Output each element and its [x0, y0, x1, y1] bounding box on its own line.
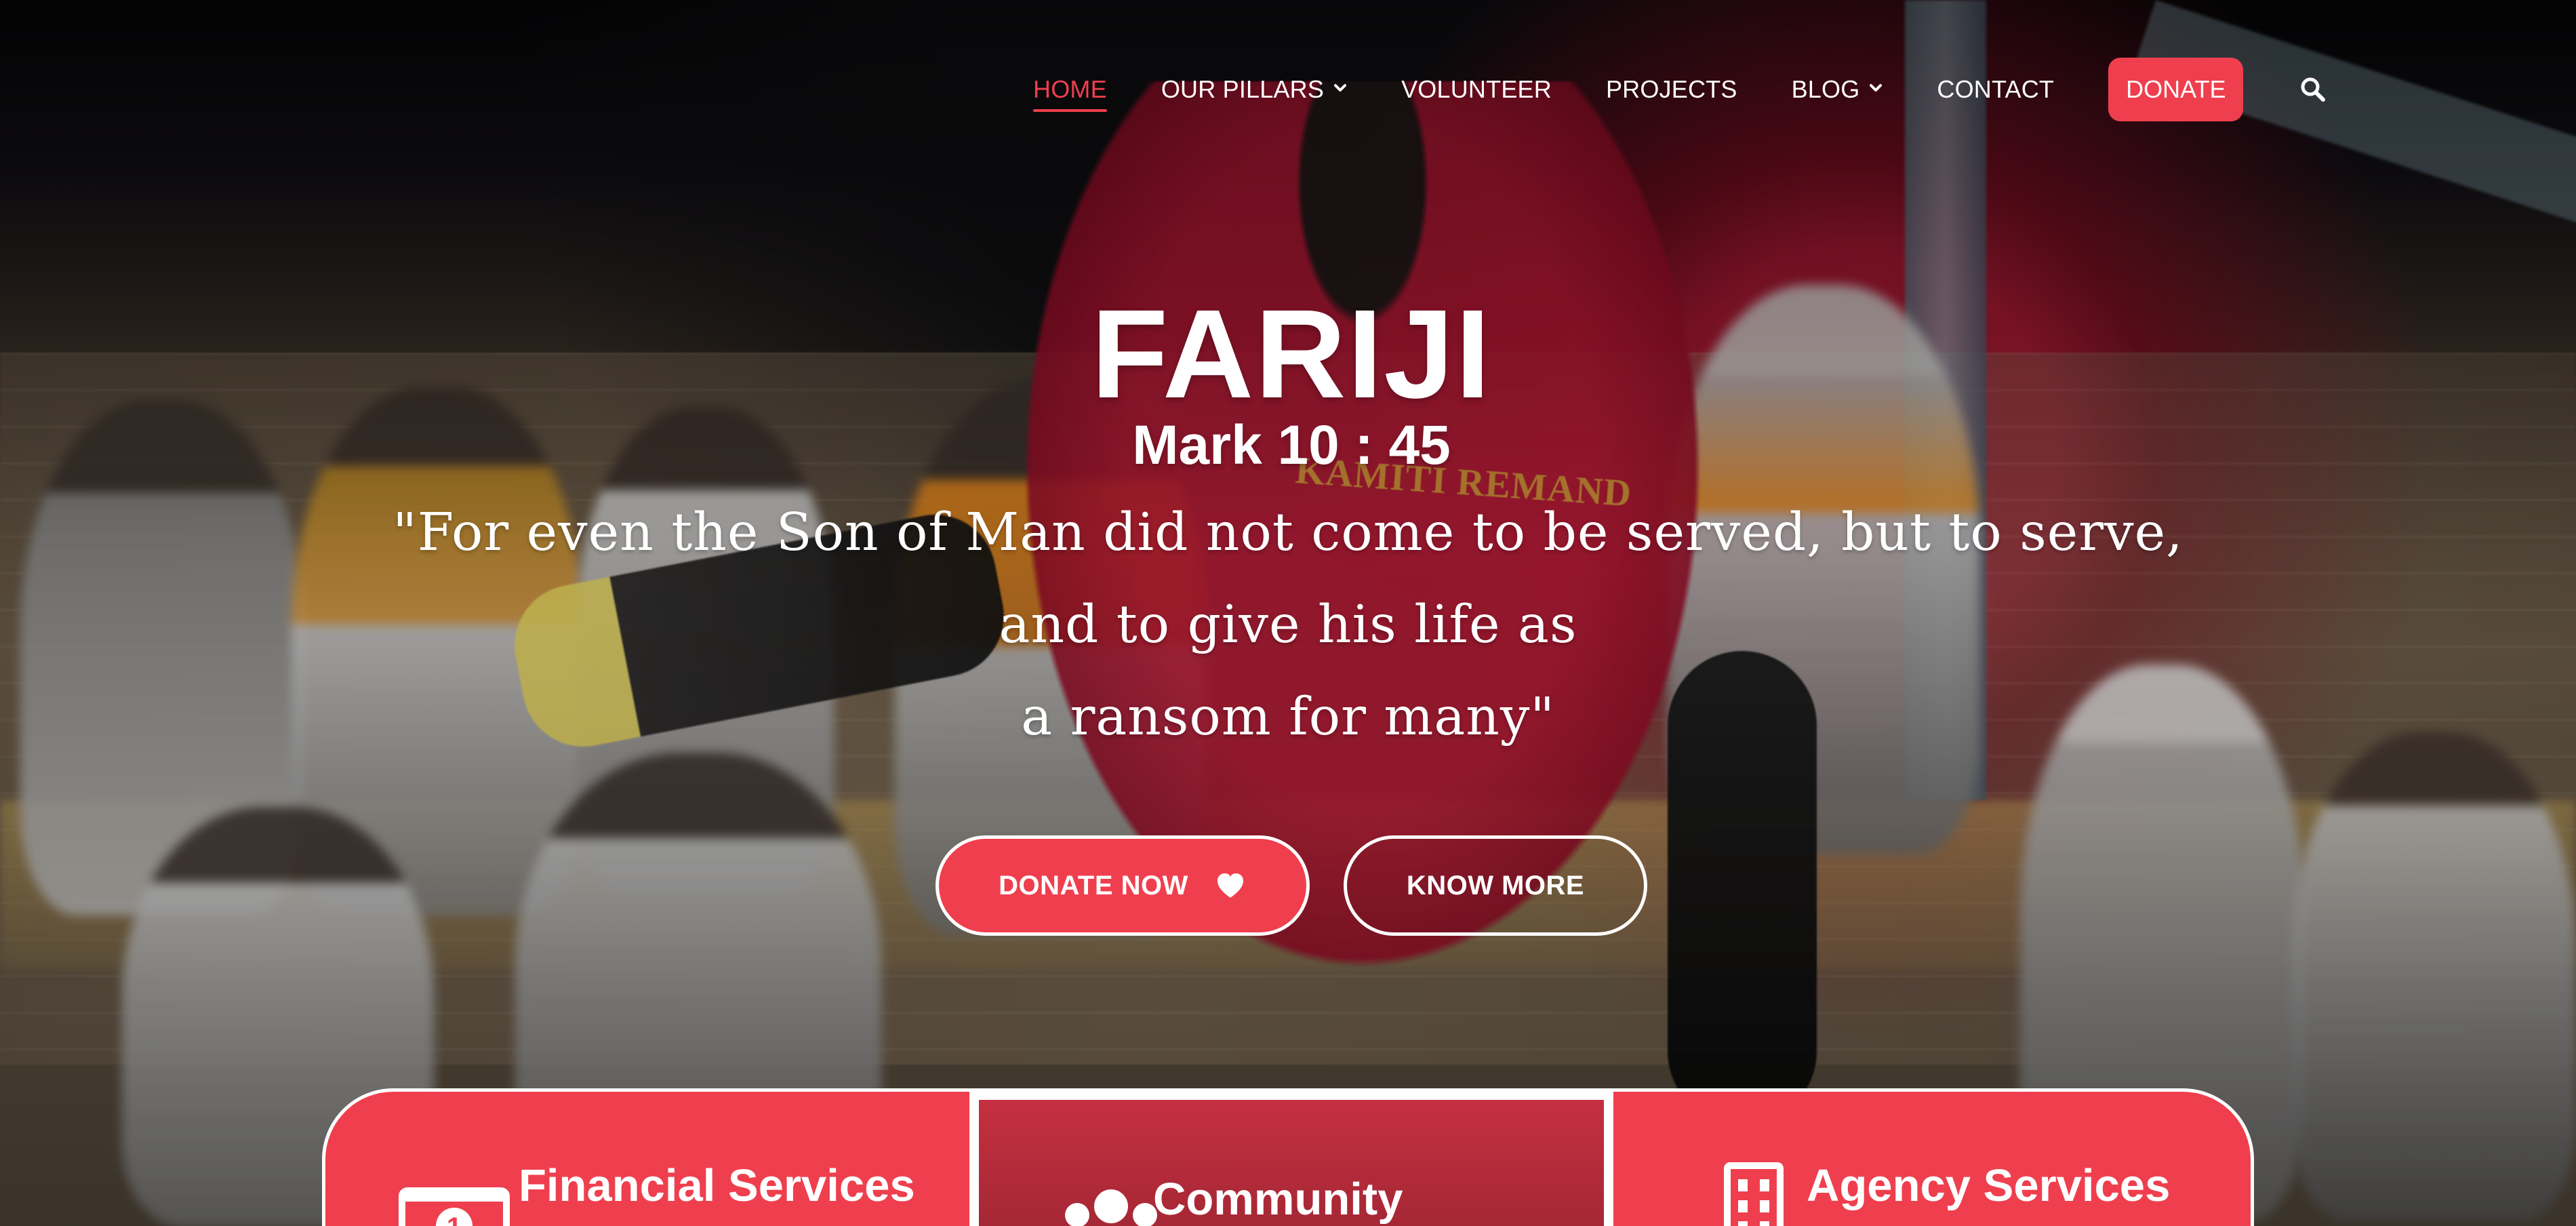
- hero-section: FARIJI Mark 10 : 45 "For even the Son of…: [0, 0, 2576, 1226]
- know-more-button[interactable]: KNOW MORE: [1344, 835, 1647, 936]
- main-navigation: HOME OUR PILLARS VOLUNTEER PROJECTS BLOG: [1033, 58, 2327, 121]
- nav-item-label: VOLUNTEER: [1401, 75, 1552, 103]
- quote-line: a ransom for many": [1021, 687, 1555, 747]
- nav-item-volunteer[interactable]: VOLUNTEER: [1401, 62, 1552, 117]
- chevron-down-icon: [1333, 81, 1347, 95]
- service-label: Agency Services: [1807, 1160, 2171, 1211]
- service-card-agency[interactable]: Agency Services: [1613, 1092, 2251, 1226]
- nav-item-label: PROJECTS: [1605, 75, 1737, 103]
- nav-item-projects[interactable]: PROJECTS: [1606, 62, 1737, 117]
- service-label: Community: [1153, 1174, 1403, 1225]
- svg-text:1: 1: [447, 1212, 462, 1226]
- building-icon: [1695, 1162, 1810, 1226]
- nav-item-label: CONTACT: [1937, 75, 2055, 103]
- money-icon: 1: [397, 1168, 512, 1226]
- landing-page: KAMITI REMAND HOME OUR PILLARS VOLUNTEER…: [0, 0, 2576, 1226]
- nav-item-contact[interactable]: CONTACT: [1937, 62, 2054, 117]
- services-strip: 1 Financial Services Community: [322, 1088, 2254, 1226]
- service-label: Financial Services: [519, 1160, 915, 1211]
- donate-now-button[interactable]: DONATE NOW: [935, 835, 1310, 936]
- search-icon[interactable]: [2299, 75, 2327, 104]
- hero-title: FARIJI: [1091, 283, 1492, 424]
- heart-icon: [1214, 871, 1247, 900]
- nav-item-label: BLOG: [1791, 75, 1860, 103]
- donate-button[interactable]: DONATE: [2108, 58, 2244, 121]
- hero-quote: "For even the Son of Man did not come to…: [353, 487, 2223, 764]
- community-icon: [1053, 1176, 1169, 1226]
- nav-item-our-pillars[interactable]: OUR PILLARS: [1161, 62, 1347, 117]
- nav-item-label: OUR PILLARS: [1161, 75, 1325, 103]
- quote-line: "For even the Son of Man did not come to…: [393, 502, 2183, 655]
- nav-item-blog[interactable]: BLOG: [1792, 62, 1883, 117]
- chevron-down-icon: [1869, 81, 1883, 95]
- donate-now-label: DONATE NOW: [999, 870, 1188, 901]
- nav-item-label: HOME: [1033, 75, 1107, 103]
- service-card-financial[interactable]: 1 Financial Services: [325, 1092, 969, 1226]
- nav-item-home[interactable]: HOME: [1033, 62, 1107, 117]
- verse-reference: Mark 10 : 45: [1132, 414, 1451, 477]
- service-card-community[interactable]: Community: [969, 1092, 1613, 1226]
